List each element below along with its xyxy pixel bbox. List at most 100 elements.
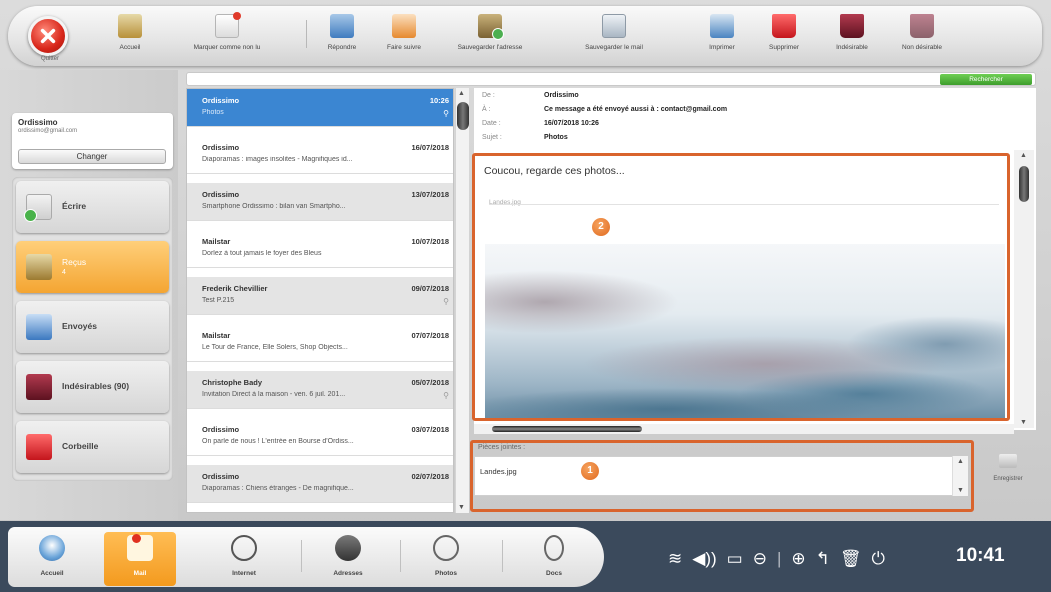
save-attachment-label: Enregistrer	[993, 476, 1023, 482]
scroll-up-icon[interactable]: ▲	[1020, 152, 1027, 159]
brightness-up-icon[interactable]: ⊕	[791, 549, 805, 569]
message-sender: Ordissimo	[202, 96, 240, 105]
save-address-button[interactable]: Sauvegarder l'adresse	[448, 12, 532, 64]
scroll-down-icon[interactable]: ▼	[957, 487, 964, 494]
message-subject: Le Tour de France, Elle Solers, Shop Obj…	[202, 344, 348, 351]
documents-icon	[544, 535, 564, 561]
print-button[interactable]: Imprimer	[690, 12, 754, 64]
save-mail-button[interactable]: Sauvegarder le mail	[574, 12, 654, 64]
header-date-row: Date : 16/07/2018 10:26	[482, 120, 599, 127]
print-label: Imprimer	[709, 44, 735, 51]
not-spam-button[interactable]: Non désirable	[890, 12, 954, 64]
attachments-scrollbar[interactable]: ▲ ▼	[952, 456, 968, 496]
folder-label: Corbeille	[62, 441, 99, 451]
forward-button[interactable]: Faire suivre	[372, 12, 436, 64]
message-subject: Diaporamas : Chiens étranges - De magnif…	[202, 485, 354, 492]
message-list: Ordissimo 10:26 Photos ⚲ Ordissimo 16/07…	[186, 88, 454, 513]
dock-label: Docs	[546, 570, 562, 577]
printer-icon	[710, 14, 734, 38]
home-button[interactable]: Accueil	[98, 12, 162, 64]
dock-docs[interactable]: Docs	[518, 532, 590, 586]
message-list-scrollbar[interactable]: ▲ ▼	[455, 88, 469, 513]
back-icon[interactable]: ↰	[816, 549, 830, 569]
message-row[interactable]: Ordissimo 03/07/2018 On parle de nous ! …	[187, 418, 453, 456]
dock	[8, 527, 604, 587]
search-strip: Rechercher	[186, 72, 1036, 86]
reply-button[interactable]: Répondre	[310, 12, 374, 64]
message-sender: Ordissimo	[202, 143, 240, 152]
save-attachment-button[interactable]: Enregistrer	[978, 448, 1038, 492]
message-row[interactable]: Ordissimo 02/07/2018 Diaporamas : Chiens…	[187, 465, 453, 503]
mail-icon	[127, 535, 153, 561]
message-row[interactable]: Ordissimo 10:26 Photos ⚲	[187, 89, 453, 127]
dock-photos[interactable]: Photos	[410, 532, 482, 586]
attachment-item[interactable]: Landes.jpg	[480, 467, 517, 476]
save-address-label: Sauvegarder l'adresse	[457, 44, 523, 51]
message-date: 05/07/2018	[411, 378, 449, 387]
volume-icon[interactable]: ◀︎))	[692, 549, 716, 569]
scroll-down-icon[interactable]: ▼	[1020, 419, 1027, 426]
wifi-icon[interactable]: ≋	[668, 549, 682, 569]
inbox-icon	[26, 254, 52, 280]
quit-button[interactable]	[28, 16, 68, 56]
message-sender: Christophe Bady	[202, 378, 263, 387]
delete-button[interactable]: Supprimer	[752, 12, 816, 64]
header-subject-row: Sujet : Photos	[482, 134, 568, 141]
dock-addresses[interactable]: Adresses	[312, 532, 384, 586]
folder-compose[interactable]: Écrire	[16, 181, 169, 233]
header-key: À :	[482, 106, 491, 113]
message-row[interactable]: Ordissimo 16/07/2018 Diaporamas : images…	[187, 136, 453, 174]
message-row[interactable]: Frederik Chevillier 09/07/2018 Test P.21…	[187, 277, 453, 315]
spam-bin-icon	[26, 374, 52, 400]
message-date: 16/07/2018	[411, 143, 449, 152]
mark-spam-button[interactable]: Indésirable	[820, 12, 884, 64]
folder-inbox[interactable]: Reçus 4	[16, 241, 169, 293]
message-row[interactable]: Christophe Bady 05/07/2018 Invitation Di…	[187, 371, 453, 409]
message-sender: Frederik Chevillier	[202, 284, 268, 293]
message-body-scrollbar[interactable]: ▲ ▼	[1014, 150, 1034, 428]
horizontal-scrollbar[interactable]	[474, 424, 1014, 434]
mark-unread-button[interactable]: Marquer comme non lu	[184, 12, 270, 64]
header-key: De :	[482, 92, 495, 99]
dock-mail[interactable]: Mail	[104, 532, 176, 586]
scroll-up-icon[interactable]: ▲	[957, 458, 964, 465]
attached-photo	[485, 244, 1005, 418]
save-address-icon	[478, 14, 504, 40]
search-button[interactable]: Rechercher	[940, 74, 1032, 85]
message-subject: On parle de nous ! L'entrée en Bourse d'…	[202, 438, 354, 445]
dock-label: Photos	[434, 570, 458, 577]
dock-internet[interactable]: Internet	[208, 532, 280, 586]
status-area: ≋ ◀︎)) ▭ ⊖ | ⊕ ↰ 🗑 ⏻	[668, 541, 885, 577]
home-icon	[118, 14, 142, 38]
scrollbar-thumb[interactable]	[457, 102, 469, 130]
folder-spam[interactable]: Indésirables (90)	[16, 361, 169, 413]
dock-divider	[502, 540, 503, 572]
paperclip-icon: ⚲	[443, 391, 449, 400]
message-text: Coucou, regarde ces photos...	[484, 165, 625, 177]
folder-trash[interactable]: Corbeille	[16, 421, 169, 473]
message-row[interactable]: Ordissimo 13/07/2018 Smartphone Ordissim…	[187, 183, 453, 221]
trash-icon[interactable]: 🗑	[840, 549, 862, 569]
power-icon[interactable]: ⏻	[871, 549, 884, 569]
battery-icon[interactable]: ▭	[727, 549, 743, 569]
message-sender: Ordissimo	[202, 190, 240, 199]
mark-unread-label: Marquer comme non lu	[193, 44, 261, 51]
not-spam-bin-icon	[910, 14, 934, 38]
change-account-button[interactable]: Changer	[18, 149, 166, 164]
folder-sent[interactable]: Envoyés	[16, 301, 169, 353]
save-mail-icon	[602, 14, 626, 38]
scrollbar-thumb[interactable]	[492, 426, 642, 432]
brightness-down-icon[interactable]: ⊖	[753, 549, 767, 569]
message-row[interactable]: Mailstar 07/07/2018 Le Tour de France, E…	[187, 324, 453, 362]
save-icon	[999, 454, 1017, 468]
message-row[interactable]: Mailstar 10/07/2018 Dorlez à tout jamais…	[187, 230, 453, 268]
dock-home[interactable]: Accueil	[16, 532, 88, 586]
dock-label: Adresses	[333, 570, 363, 577]
scroll-down-icon[interactable]: ▼	[458, 504, 465, 511]
scrollbar-thumb[interactable]	[1019, 166, 1029, 202]
compose-icon	[24, 194, 52, 222]
scroll-up-icon[interactable]: ▲	[458, 90, 465, 97]
message-date: 02/07/2018	[411, 472, 449, 481]
account-box: Ordissimo ordissimo@gmail.com Changer	[12, 113, 173, 169]
message-sender: Mailstar	[202, 237, 231, 246]
